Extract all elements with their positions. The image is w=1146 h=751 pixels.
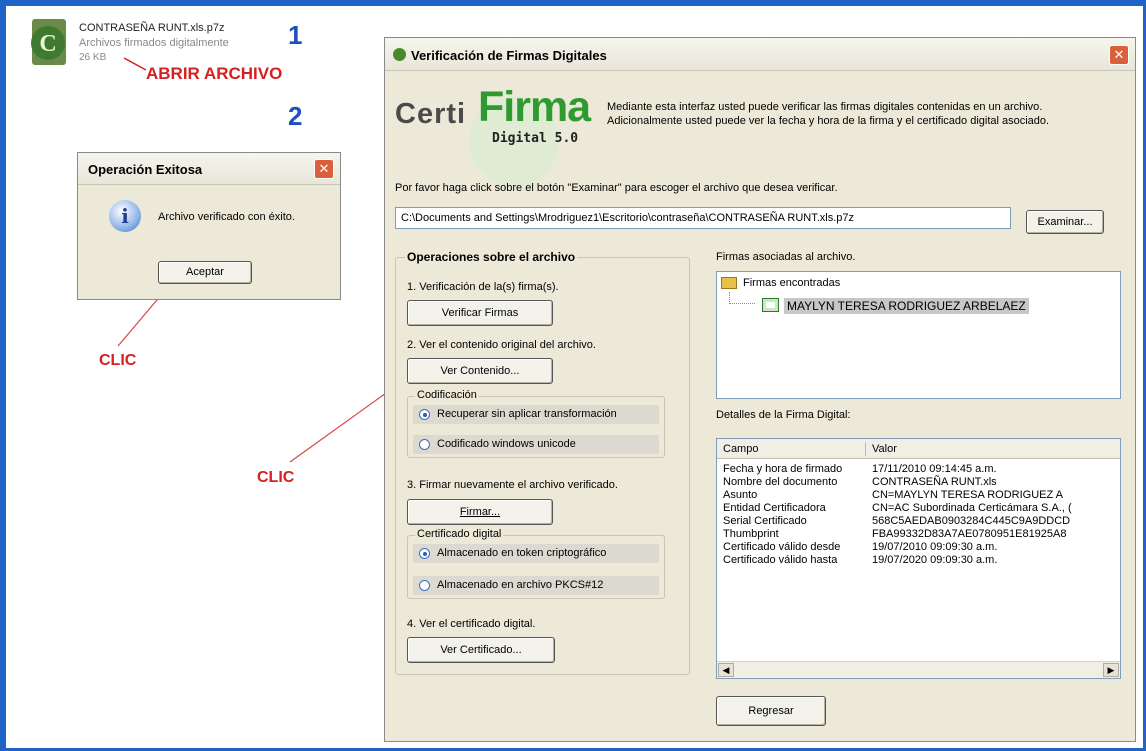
file-path-field[interactable]: C:\Documents and Settings\Mrodriguez1\Es… bbox=[395, 207, 1011, 229]
row-field: Nombre del documento bbox=[723, 476, 838, 488]
details-row[interactable]: Serial Certificado 568C5AEDAB0903284C445C… bbox=[717, 515, 1120, 528]
column-field-header[interactable]: Campo bbox=[723, 443, 758, 455]
row-field: Asunto bbox=[723, 489, 758, 501]
radio-selected-icon[interactable] bbox=[419, 548, 430, 559]
details-row[interactable]: Thumbprint FBA99332D83A7AE0780951E81925A8 bbox=[717, 528, 1120, 541]
step-2-label: 2. Ver el contenido original del archivo… bbox=[407, 339, 596, 351]
encoding-option-2[interactable]: Codificado windows unicode bbox=[413, 435, 659, 454]
row-value: 19/07/2010 09:09:30 a.m. bbox=[872, 541, 998, 553]
view-certificate-button[interactable]: Ver Certificado... bbox=[407, 637, 555, 663]
details-row[interactable]: Fecha y hora de firmado 17/11/2010 09:14:… bbox=[717, 463, 1120, 476]
app-icon bbox=[393, 48, 406, 61]
details-list[interactable]: Campo Valor Fecha y hora de firmado 17/11… bbox=[716, 438, 1121, 679]
encoding-option-1[interactable]: Recuperar sin aplicar transformación bbox=[413, 405, 659, 424]
radio-icon[interactable] bbox=[419, 580, 430, 591]
details-row[interactable]: Nombre del documento CONTRASEÑA RUNT.xls bbox=[717, 476, 1120, 489]
row-field: Fecha y hora de firmado bbox=[723, 463, 843, 475]
accept-button[interactable]: Aceptar bbox=[158, 261, 252, 284]
signatures-tree[interactable]: Firmas encontradas MAYLYN TERESA RODRIGU… bbox=[716, 271, 1121, 399]
row-field: Certificado válido desde bbox=[723, 541, 841, 553]
radio-selected-icon[interactable] bbox=[419, 409, 430, 420]
details-row[interactable]: Certificado válido hasta 19/07/2020 09:09… bbox=[717, 554, 1120, 567]
certificate-option-1-label: Almacenado en token criptográfico bbox=[437, 547, 607, 559]
success-dialog: Operación Exitosa ✕ i Archivo verificado… bbox=[77, 152, 341, 300]
column-value-header[interactable]: Valor bbox=[872, 443, 897, 455]
row-value: CN=MAYLYN TERESA RODRIGUEZ A bbox=[872, 489, 1064, 501]
details-title: Detalles de la Firma Digital: bbox=[716, 409, 851, 421]
certificate-option-1[interactable]: Almacenado en token criptográfico bbox=[413, 544, 659, 563]
step-3-label: 3. Firmar nuevamente el archivo verifica… bbox=[407, 479, 618, 491]
encoding-option-2-label: Codificado windows unicode bbox=[437, 438, 576, 450]
column-separator bbox=[865, 442, 866, 456]
signer-item[interactable]: MAYLYN TERESA RODRIGUEZ ARBELAEZ bbox=[784, 298, 1029, 314]
scroll-right-icon[interactable]: ▶ bbox=[1103, 663, 1119, 677]
operations-title: Operaciones sobre el archivo bbox=[405, 250, 578, 264]
row-value: CN=AC Subordinada Certicámara S.A., ( bbox=[872, 502, 1072, 514]
browse-button[interactable]: Examinar... bbox=[1026, 210, 1104, 234]
close-icon[interactable]: ✕ bbox=[314, 159, 334, 179]
row-value: 17/11/2010 09:14:45 a.m. bbox=[872, 463, 997, 475]
logo-certi-text: Certi bbox=[395, 98, 467, 130]
dialog-title: Operación Exitosa bbox=[78, 153, 340, 185]
row-value: CONTRASEÑA RUNT.xls bbox=[872, 476, 997, 488]
logo-firma-text: Firma bbox=[478, 83, 591, 131]
instruction-text: Por favor haga click sobre el botón "Exa… bbox=[395, 182, 838, 194]
certificate-option-2[interactable]: Almacenado en archivo PKCS#12 bbox=[413, 576, 659, 595]
row-value: 19/07/2020 09:09:30 a.m. bbox=[872, 554, 998, 566]
sign-button-label: Firmar... bbox=[459, 506, 501, 518]
back-button[interactable]: Regresar bbox=[716, 696, 826, 726]
sign-button[interactable]: Firmar... bbox=[407, 499, 553, 525]
dialog-message: Archivo verificado con éxito. bbox=[158, 211, 295, 223]
description-text: Mediante esta interfaz usted puede verif… bbox=[607, 101, 1050, 127]
scroll-left-icon[interactable]: ◀ bbox=[718, 663, 734, 677]
tree-root-label[interactable]: Firmas encontradas bbox=[743, 277, 840, 289]
verify-signatures-button[interactable]: Verificar Firmas bbox=[407, 300, 553, 326]
row-field: Thumbprint bbox=[723, 528, 779, 540]
row-field: Certificado válido hasta bbox=[723, 554, 838, 566]
encoding-option-1-label: Recuperar sin aplicar transformación bbox=[437, 408, 617, 420]
details-row[interactable]: Entidad Certificadora CN=AC Subordinada C… bbox=[717, 502, 1120, 515]
row-field: Entidad Certificadora bbox=[723, 502, 826, 514]
view-content-button[interactable]: Ver Contenido... bbox=[407, 358, 553, 384]
step-4-label: 4. Ver el certificado digital. bbox=[407, 618, 536, 630]
window-title: Verificación de Firmas Digitales bbox=[385, 38, 1135, 71]
row-value: 568C5AEDAB0903284C445C9A9DDCD bbox=[872, 515, 1071, 527]
encoding-title: Codificación bbox=[415, 389, 479, 401]
certificate-option-2-label: Almacenado en archivo PKCS#12 bbox=[437, 579, 604, 591]
details-header: Campo Valor bbox=[717, 439, 1120, 459]
certificate-group-title: Certificado digital bbox=[415, 528, 504, 540]
signatures-title: Firmas asociadas al archivo. bbox=[716, 251, 856, 263]
folder-icon bbox=[721, 277, 737, 289]
row-field: Serial Certificado bbox=[723, 515, 807, 527]
tree-connector bbox=[729, 303, 755, 304]
close-icon[interactable]: ✕ bbox=[1109, 45, 1129, 65]
details-row[interactable]: Asunto CN=MAYLYN TERESA RODRIGUEZ A bbox=[717, 489, 1120, 502]
verification-window: Verificación de Firmas Digitales ✕ Certi… bbox=[384, 37, 1136, 742]
radio-icon[interactable] bbox=[419, 439, 430, 450]
logo-digital-text: Digital 5.0 bbox=[492, 131, 579, 146]
horizontal-scrollbar[interactable]: ◀ ▶ bbox=[717, 661, 1120, 678]
details-row[interactable]: Certificado válido desde 19/07/2010 09:09… bbox=[717, 541, 1120, 554]
row-value: FBA99332D83A7AE0780951E81925A8 bbox=[872, 528, 1067, 540]
info-icon: i bbox=[109, 200, 141, 232]
certificate-icon bbox=[762, 298, 779, 312]
step-1-label: 1. Verificación de la(s) firma(s). bbox=[407, 281, 559, 293]
